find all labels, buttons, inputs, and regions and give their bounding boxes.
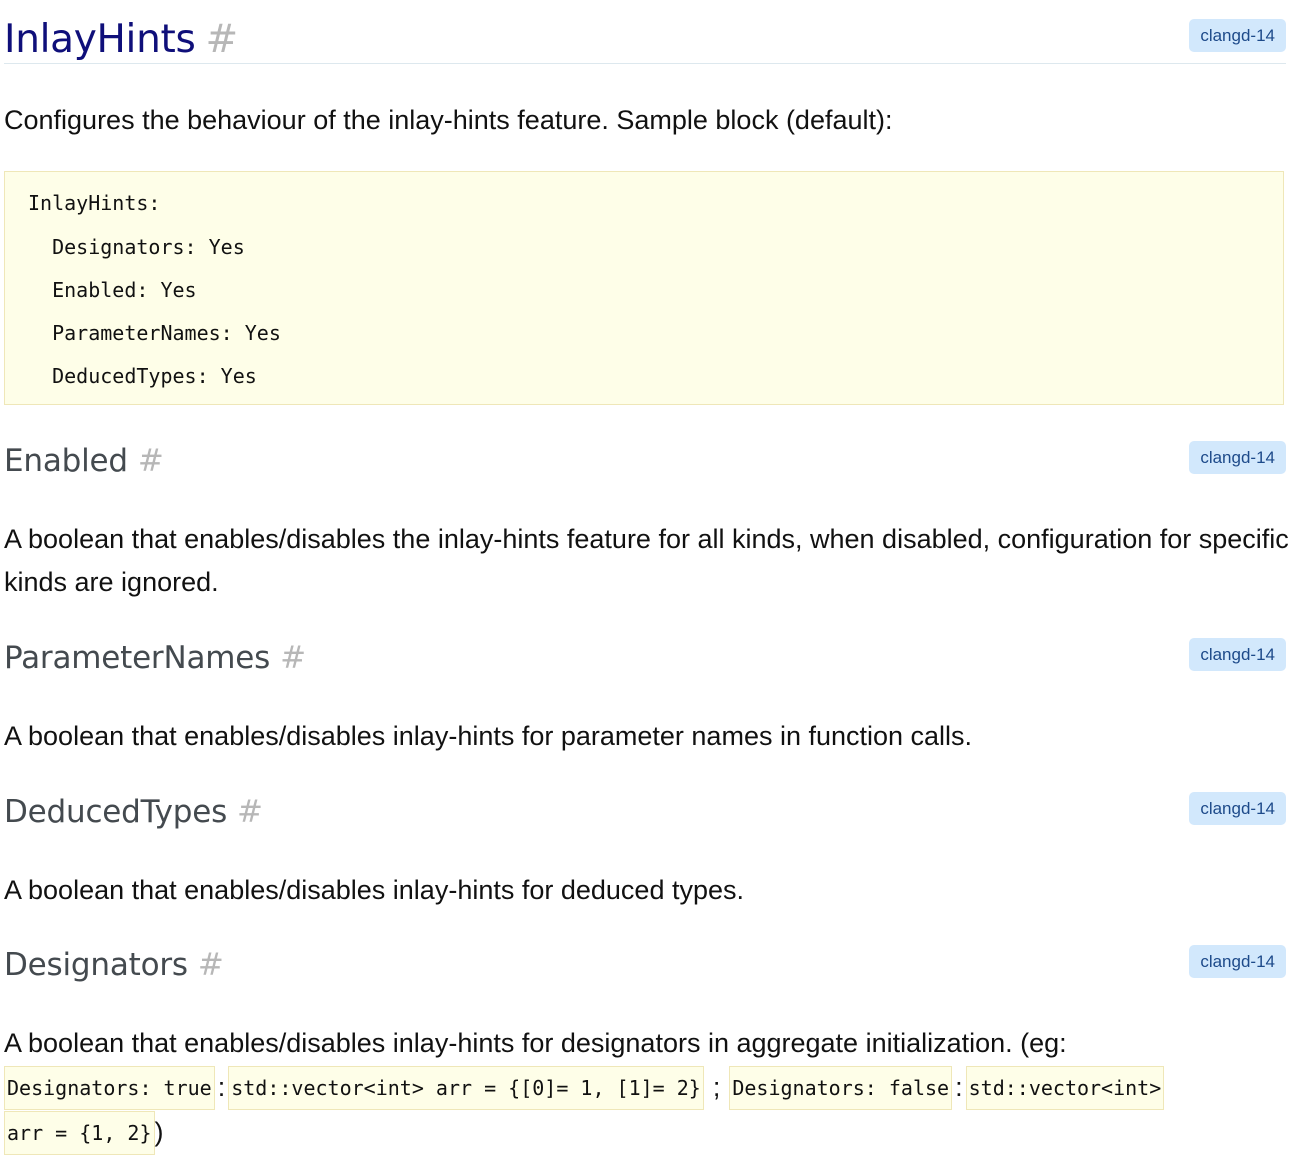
parameter-names-heading: ParameterNames # (4, 638, 1286, 678)
inline-code: std::vector<int> arr = {[0]= 1, [1]= 2} (228, 1066, 704, 1110)
deduced-types-heading: DeducedTypes # (4, 792, 1286, 832)
enabled-title: Enabled (4, 443, 128, 479)
designators-title: Designators (4, 947, 188, 983)
inline-code: Designators: false (729, 1066, 953, 1110)
parameter-names-anchor-link[interactable]: # (280, 640, 306, 676)
heading-divider (4, 63, 1286, 64)
inlay-hints-description: Configures the behaviour of the inlay-hi… (4, 105, 893, 135)
separator-text: : (955, 1072, 963, 1102)
enabled-heading: Enabled # (4, 441, 1286, 481)
designators-anchor-link[interactable]: # (198, 947, 224, 983)
deduced-types-heading-row: DeducedTypes # clangd-14 (4, 792, 1286, 832)
parameter-names-title: ParameterNames (4, 640, 271, 676)
code-line: Enabled: Yes (28, 278, 197, 302)
enabled-heading-row: Enabled # clangd-14 (4, 441, 1286, 481)
inlay-hints-heading-row: InlayHints # clangd-14 (4, 16, 1286, 64)
code-line: Designators: Yes (28, 235, 245, 259)
code-line: DeducedTypes: Yes (28, 364, 257, 388)
deduced-types-title: DeducedTypes (4, 794, 228, 830)
designators-example-line: Designators: true: std::vector<int> arr =… (4, 1066, 1294, 1110)
config-doc-page: InlayHints # clangd-14 Configures the beh… (0, 0, 1309, 1160)
inline-code: arr = {1, 2} (4, 1111, 155, 1155)
version-badge: clangd-14 (1189, 638, 1286, 671)
enabled-description: A boolean that enables/disables the inla… (4, 524, 1289, 597)
version-badge: clangd-14 (1189, 19, 1286, 52)
inlay-hints-heading: InlayHints # (4, 16, 1286, 64)
code-line: ParameterNames: Yes (28, 321, 281, 345)
inline-code: Designators: true (4, 1066, 215, 1110)
version-badge: clangd-14 (1189, 441, 1286, 474)
inlay-hints-anchor-link[interactable]: # (206, 17, 239, 62)
deduced-types-anchor-link[interactable]: # (237, 794, 263, 830)
closing-paren: ) (154, 1117, 164, 1147)
inlay-hints-title: InlayHints (4, 17, 196, 62)
separator-text: : (217, 1072, 226, 1102)
sample-code-block: InlayHints: Designators: Yes Enabled: Ye… (4, 171, 1284, 405)
parameter-names-description: A boolean that enables/disables inlay-hi… (4, 721, 973, 751)
inline-code: std::vector<int> (965, 1066, 1165, 1110)
designators-heading: Designators # (4, 945, 1286, 985)
deduced-types-description: A boolean that enables/disables inlay-hi… (4, 875, 744, 905)
enabled-anchor-link[interactable]: # (138, 443, 164, 479)
version-badge: clangd-14 (1189, 792, 1286, 825)
designators-heading-row: Designators # clangd-14 (4, 945, 1286, 985)
separator-text: ; (712, 1072, 721, 1102)
version-badge: clangd-14 (1189, 945, 1286, 978)
parameter-names-heading-row: ParameterNames # clangd-14 (4, 638, 1286, 678)
designators-example-line-continued: arr = {1, 2}) (4, 1111, 164, 1155)
designators-description: A boolean that enables/disables inlay-hi… (4, 1028, 1067, 1058)
code-line: InlayHints: (28, 191, 161, 215)
